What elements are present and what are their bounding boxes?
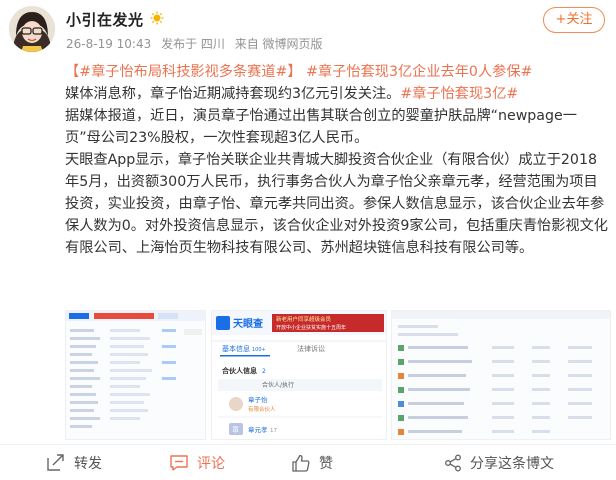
partner-1-role: 有限合伙人 — [248, 405, 276, 413]
comment-button[interactable]: 评论 — [169, 451, 225, 475]
like-button[interactable]: 赞 — [291, 451, 333, 475]
bracket-open: 【 — [65, 64, 80, 80]
share-icon — [445, 454, 461, 472]
partner-count: 2 — [262, 368, 266, 375]
hashtag-link[interactable]: #章子怡套现3亿# — [400, 86, 518, 102]
comment-label: 评论 — [197, 456, 225, 472]
post-header: 小引在发光 26-8-19 10:43 发布于 四川 来自 微博网页版 +关注 — [0, 0, 616, 58]
partner-2-count: 17 — [270, 428, 277, 434]
ad-text-1: 新老用户同享超级会员 — [276, 315, 332, 323]
post-image-2[interactable]: 天眼查 新老用户同享超级会员 开放中小企业扶贫实施十五周年 基本信息 100+ … — [211, 310, 387, 440]
tyc-brand-label: 天眼查 — [233, 317, 264, 330]
tab-basic-info: 基本信息 — [222, 344, 250, 353]
tab-basic-count: 100+ — [252, 347, 266, 353]
partner-1-name: 章子怡 — [248, 395, 268, 404]
post-image-3[interactable] — [391, 310, 611, 440]
post-location: 发布于 四川 — [161, 37, 225, 51]
partner-2-initial: 章 — [232, 425, 239, 434]
image-company-list — [66, 311, 205, 439]
repost-button[interactable]: 转发 — [46, 451, 102, 475]
thumbs-up-icon — [292, 454, 310, 472]
partner-2-name: 章元孝 — [248, 425, 268, 434]
post-paragraph-3: 天眼查App显示，章子怡关联企业共青城大脚投资合伙企业（有限合伙）成立于2018… — [65, 152, 608, 256]
post-body: 【#章子怡布局科技影视多条赛道#】 #章子怡套现3亿企业去年0人参保# 媒体消息… — [65, 61, 610, 259]
post-image-1[interactable] — [65, 310, 206, 440]
post-paragraph-1b: 媒体消息称，章子怡近期减持套现约3亿元引发关注。#章子怡套现3亿# — [65, 83, 610, 105]
share-button[interactable]: 分享这条博文 — [444, 451, 554, 475]
bracket-close: 】 — [287, 64, 302, 80]
follow-button[interactable]: +关注 — [543, 7, 605, 33]
image-investment-list — [392, 311, 610, 439]
tab-legal: 法律诉讼 — [297, 344, 325, 353]
share-label: 分享这条博文 — [470, 456, 554, 472]
post-source: 来自 微博网页版 — [234, 37, 323, 51]
avatar[interactable] — [9, 6, 55, 52]
post-paragraph-2: 据媒体报道，近日，演员章子怡通过出售其联合创立的婴童护肤品牌“newpage一页… — [65, 108, 577, 146]
image-partner-info: 天眼查 新老用户同享超级会员 开放中小企业扶贫实施十五周年 基本信息 100+ … — [212, 311, 386, 439]
user-name[interactable]: 小引在发光 — [66, 9, 144, 30]
comment-icon — [170, 455, 188, 471]
ad-text-2: 开放中小企业扶贫实施十五周年 — [276, 324, 346, 331]
hashtag-link[interactable]: #章子怡套现3亿企业去年0人参保# — [306, 64, 532, 80]
repost-icon — [47, 454, 64, 471]
post-meta: 26-8-19 10:43 发布于 四川 来自 微博网页版 — [66, 35, 329, 52]
post-text: 媒体消息称，章子怡近期减持套现约3亿元引发关注。 — [65, 86, 401, 102]
avatar-image — [9, 6, 55, 52]
repost-label: 转发 — [74, 456, 102, 472]
partner-table-header: 合伙人/执行 — [262, 381, 294, 389]
hashtag-link[interactable]: #章子怡布局科技影视多条赛道# — [79, 64, 287, 80]
partner-section-title: 合伙人信息 — [221, 366, 257, 375]
post-paragraph-1: 【#章子怡布局科技影视多条赛道#】 #章子怡套现3亿企业去年0人参保# — [65, 61, 610, 83]
sun-badge-icon — [150, 11, 164, 25]
post-timestamp[interactable]: 26-8-19 10:43 — [66, 37, 151, 51]
like-label: 赞 — [319, 456, 333, 472]
post-images: 天眼查 新老用户同享超级会员 开放中小企业扶贫实施十五周年 基本信息 100+ … — [65, 310, 611, 440]
post-actions-bar: 转发 评论 赞 分享这条博文 — [0, 444, 616, 480]
